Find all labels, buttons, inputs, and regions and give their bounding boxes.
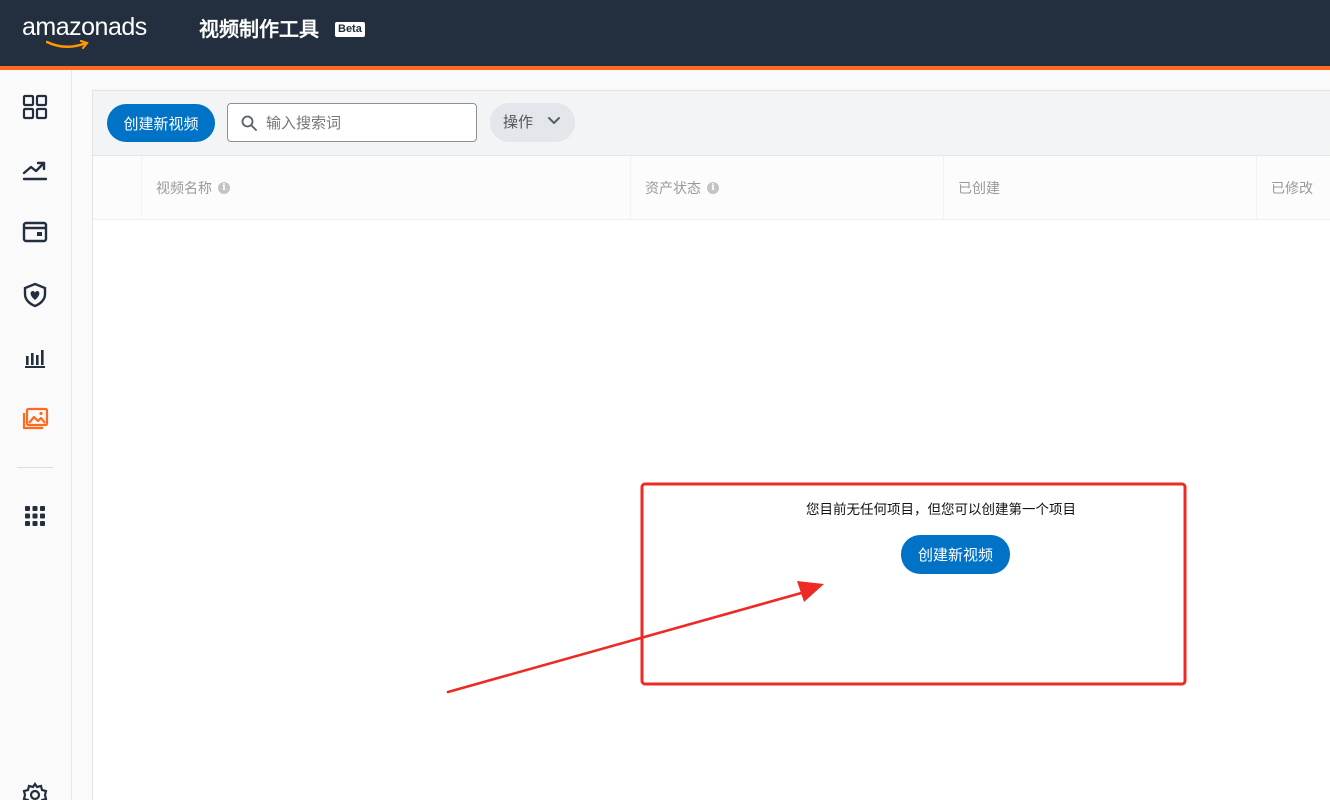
empty-state-message: 您目前无任何项目，但您可以创建第一个项目 <box>806 502 1076 518</box>
apps-grid-icon[interactable] <box>20 501 50 531</box>
bar-chart-icon[interactable] <box>20 342 50 372</box>
brand-safety-shield-icon[interactable] <box>20 280 50 310</box>
empty-state-create-video-button[interactable]: 创建新视频 <box>901 535 1010 574</box>
settings-gear-icon[interactable] <box>20 780 50 800</box>
column-header-created[interactable]: 已创建 <box>943 156 1256 220</box>
app-title: 视频制作工具 <box>199 17 319 41</box>
column-header-label: 已创建 <box>958 181 1000 197</box>
create-new-video-button[interactable]: 创建新视频 <box>107 104 215 142</box>
table-header: 视频名称 i 资产状态 i 已创建 已修改 <box>93 156 1330 220</box>
search-input[interactable] <box>266 112 466 134</box>
info-icon[interactable]: i <box>707 182 719 194</box>
wallet-icon[interactable] <box>20 217 50 247</box>
column-header-modified[interactable]: 已修改 <box>1256 156 1330 220</box>
chevron-down-icon <box>548 117 560 124</box>
search-box[interactable] <box>227 103 477 142</box>
column-header-label: 视频名称 <box>156 181 212 197</box>
smile-arrow-icon <box>46 40 89 50</box>
beta-badge: Beta <box>335 22 365 37</box>
column-header-asset-status[interactable]: 资产状态 i <box>630 156 943 220</box>
dashboard-icon[interactable] <box>20 92 50 122</box>
actions-dropdown[interactable]: 操作 <box>490 103 575 142</box>
column-header-label: 资产状态 <box>645 181 701 197</box>
creative-assets-icon[interactable] <box>20 405 50 435</box>
column-header-label: 已修改 <box>1271 181 1313 197</box>
amazon-ads-logo[interactable]: amazonads <box>22 12 162 50</box>
header-accent-line <box>0 66 1330 70</box>
search-icon <box>241 115 257 131</box>
top-navigation-bar: amazonads 视频制作工具 Beta <box>0 0 1330 66</box>
toolbar: 创建新视频 操作 <box>93 91 1330 156</box>
column-header-video-name[interactable]: 视频名称 i <box>141 156 630 220</box>
video-projects-panel: 创建新视频 操作 视频名称 i 资产状态 i 已创建 已修改 <box>92 90 1330 800</box>
logo-text: amazonads <box>22 13 147 41</box>
trending-up-icon[interactable] <box>20 155 50 185</box>
sidebar-divider <box>17 467 53 468</box>
info-icon[interactable]: i <box>218 182 230 194</box>
actions-label: 操作 <box>503 113 534 131</box>
left-sidebar <box>0 70 72 800</box>
